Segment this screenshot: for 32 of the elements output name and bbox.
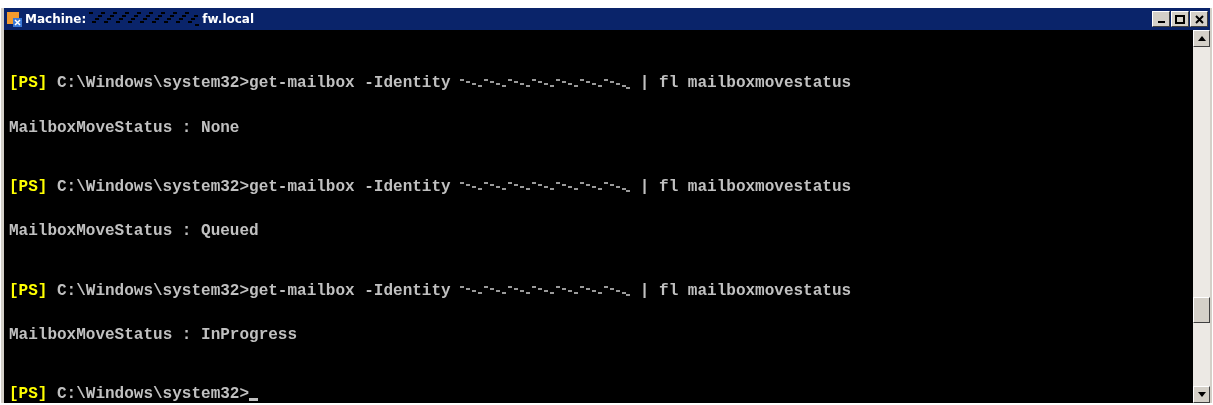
prompt-tag: [PS] xyxy=(9,76,48,92)
command-text: | fl mailboxmovestatus xyxy=(639,76,852,92)
prompt-path: C:\Windows\system32> xyxy=(57,387,250,402)
output-text: MailboxMoveStatus : InProgress xyxy=(9,327,298,343)
prompt-path: C:\Windows\system32> xyxy=(57,76,250,92)
command-text: get-mailbox -Identity xyxy=(249,283,451,299)
prompt-tag: [PS] xyxy=(9,179,48,195)
prompt-path: C:\Windows\system32> xyxy=(57,179,250,195)
window-title: Machine: xyxy=(25,12,87,26)
down-arrow-icon[interactable] xyxy=(1197,392,1206,397)
scroll-up-button[interactable] xyxy=(1193,30,1210,47)
prompt-path: C:\Windows\system32> xyxy=(57,283,250,299)
prompt-tag: [PS] xyxy=(9,283,48,299)
app-icon xyxy=(6,11,22,27)
close-icon[interactable] xyxy=(1194,14,1204,24)
minimize-button[interactable] xyxy=(1152,11,1170,27)
window-title: fw.local xyxy=(202,12,255,26)
close-button[interactable] xyxy=(1190,11,1208,27)
minimize-icon[interactable] xyxy=(1157,21,1165,23)
command-text: get-mailbox -Identity xyxy=(249,76,451,92)
maximize-icon[interactable] xyxy=(1175,14,1185,24)
up-arrow-icon[interactable] xyxy=(1197,36,1206,41)
output-text: MailboxMoveStatus : None xyxy=(9,120,240,136)
scrollbar[interactable] xyxy=(1193,30,1210,403)
prompt-tag: [PS] xyxy=(9,387,48,402)
command-text: | fl mailboxmovestatus xyxy=(639,179,852,195)
maximize-button[interactable] xyxy=(1171,11,1189,27)
scroll-thumb[interactable] xyxy=(1193,297,1210,323)
output-text: MailboxMoveStatus : Queued xyxy=(9,224,259,240)
scroll-down-button[interactable] xyxy=(1193,386,1210,403)
command-text: get-mailbox -Identity xyxy=(249,179,451,195)
command-text: | fl mailboxmovestatus xyxy=(639,283,852,299)
